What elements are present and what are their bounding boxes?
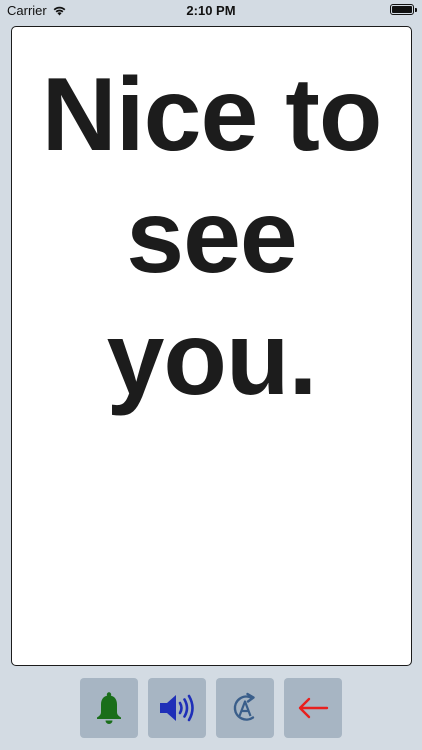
back-button[interactable]	[284, 678, 342, 738]
status-time: 2:10 PM	[186, 3, 236, 18]
bell-icon	[97, 692, 121, 724]
bell-button[interactable]	[80, 678, 138, 738]
speaker-icon	[160, 694, 194, 722]
message-text: Nice to see you.	[41, 57, 383, 417]
speaker-button[interactable]	[148, 678, 206, 738]
toolbar	[80, 678, 342, 738]
font-rotate-button[interactable]	[216, 678, 274, 738]
text-rotate-icon	[233, 692, 255, 721]
battery-icon	[390, 4, 417, 15]
arrow-left-icon	[298, 697, 329, 719]
message-card: Nice to see you.	[11, 26, 412, 666]
status-bar: Carrier 2:10 PM	[0, 0, 422, 22]
